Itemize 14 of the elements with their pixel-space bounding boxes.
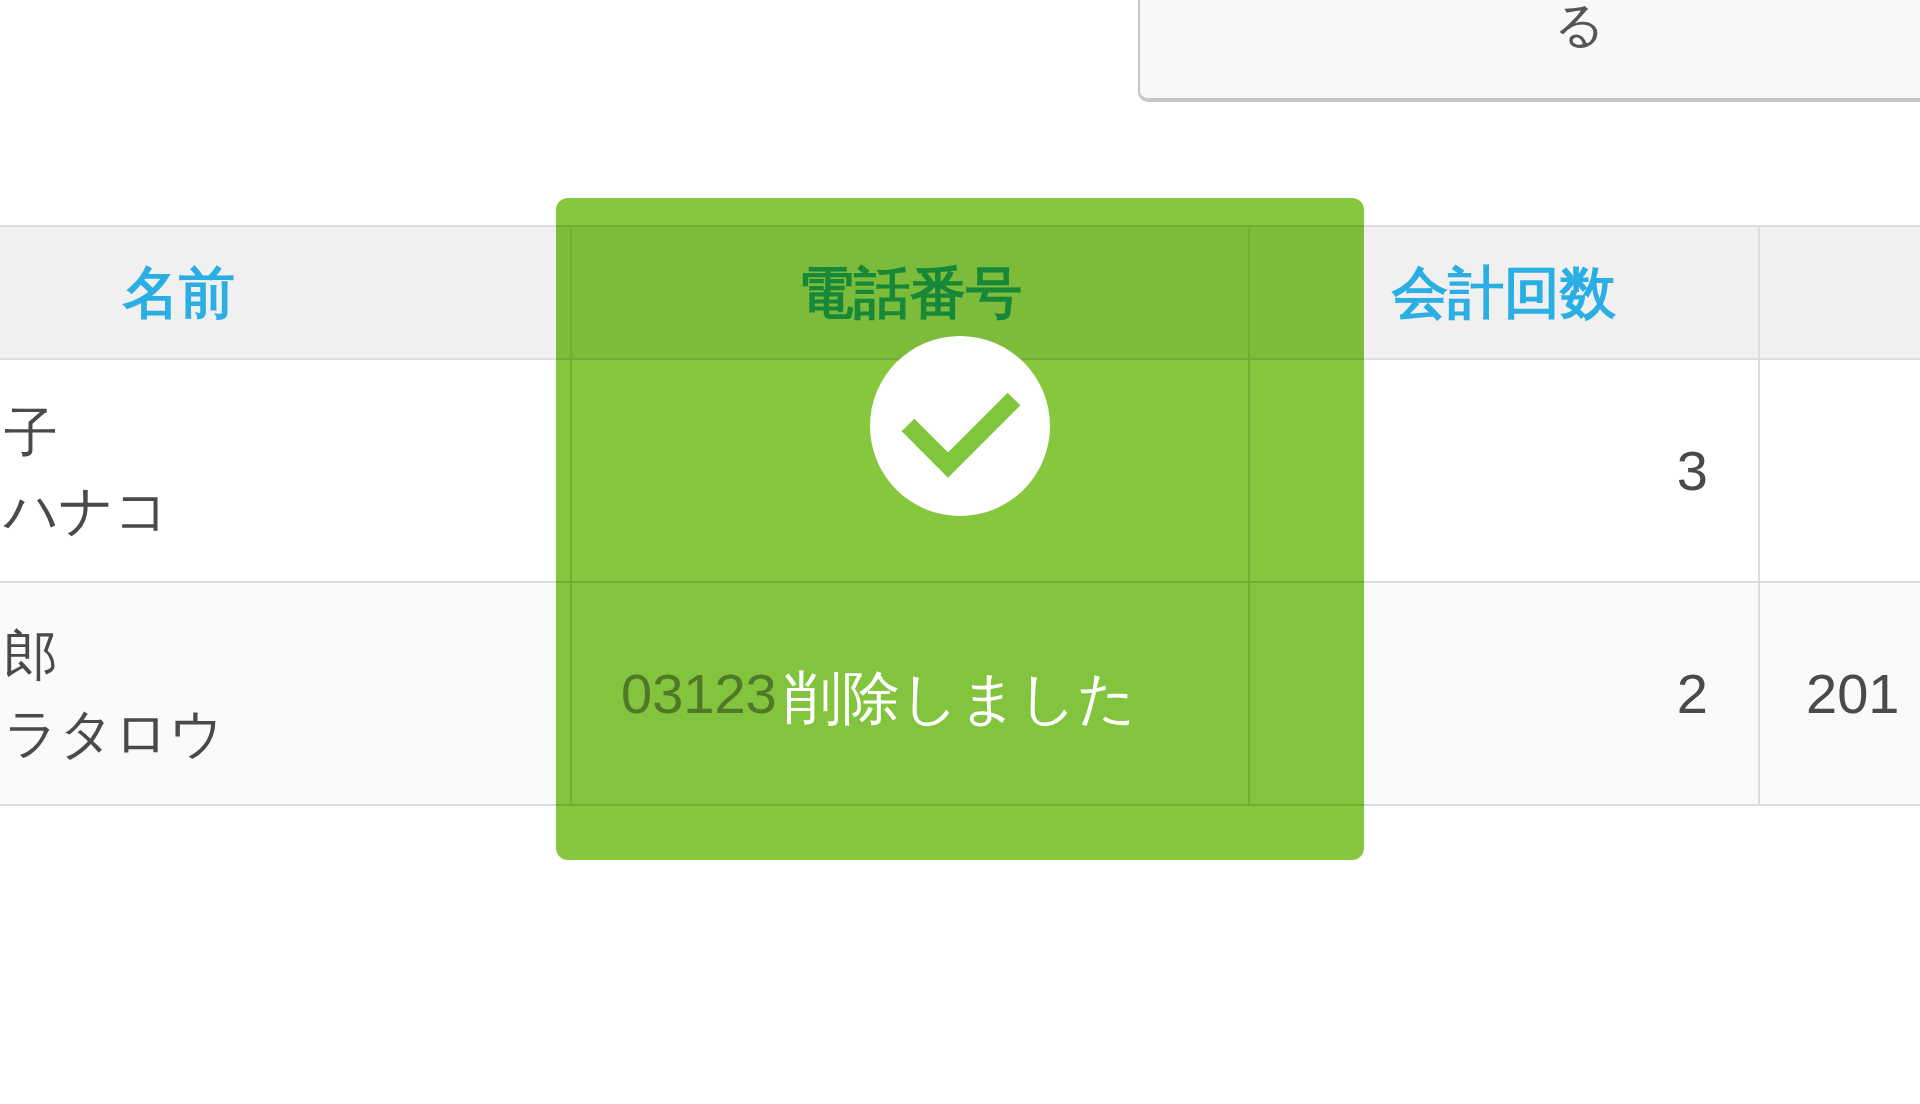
column-header[interactable]: 会計回数 [1392,264,1616,321]
name-reading: ラタロウ [4,701,224,765]
table-cell: 201 [1806,665,1900,722]
visit-count: 3 [1676,442,1708,499]
action-button[interactable]: る [1138,0,1920,102]
check-circle-icon [870,336,1050,516]
customer-name: 郎 [4,623,58,687]
column-header[interactable]: 名前 [123,264,235,321]
column-header[interactable]: 電話番号 [798,264,1022,321]
customer-name: 子 [4,400,58,464]
toast-message: 削除しました [784,669,1136,727]
visit-count: 2 [1676,665,1708,722]
phone-number: 03123 [621,665,777,722]
name-reading: ハナコ [4,478,169,542]
